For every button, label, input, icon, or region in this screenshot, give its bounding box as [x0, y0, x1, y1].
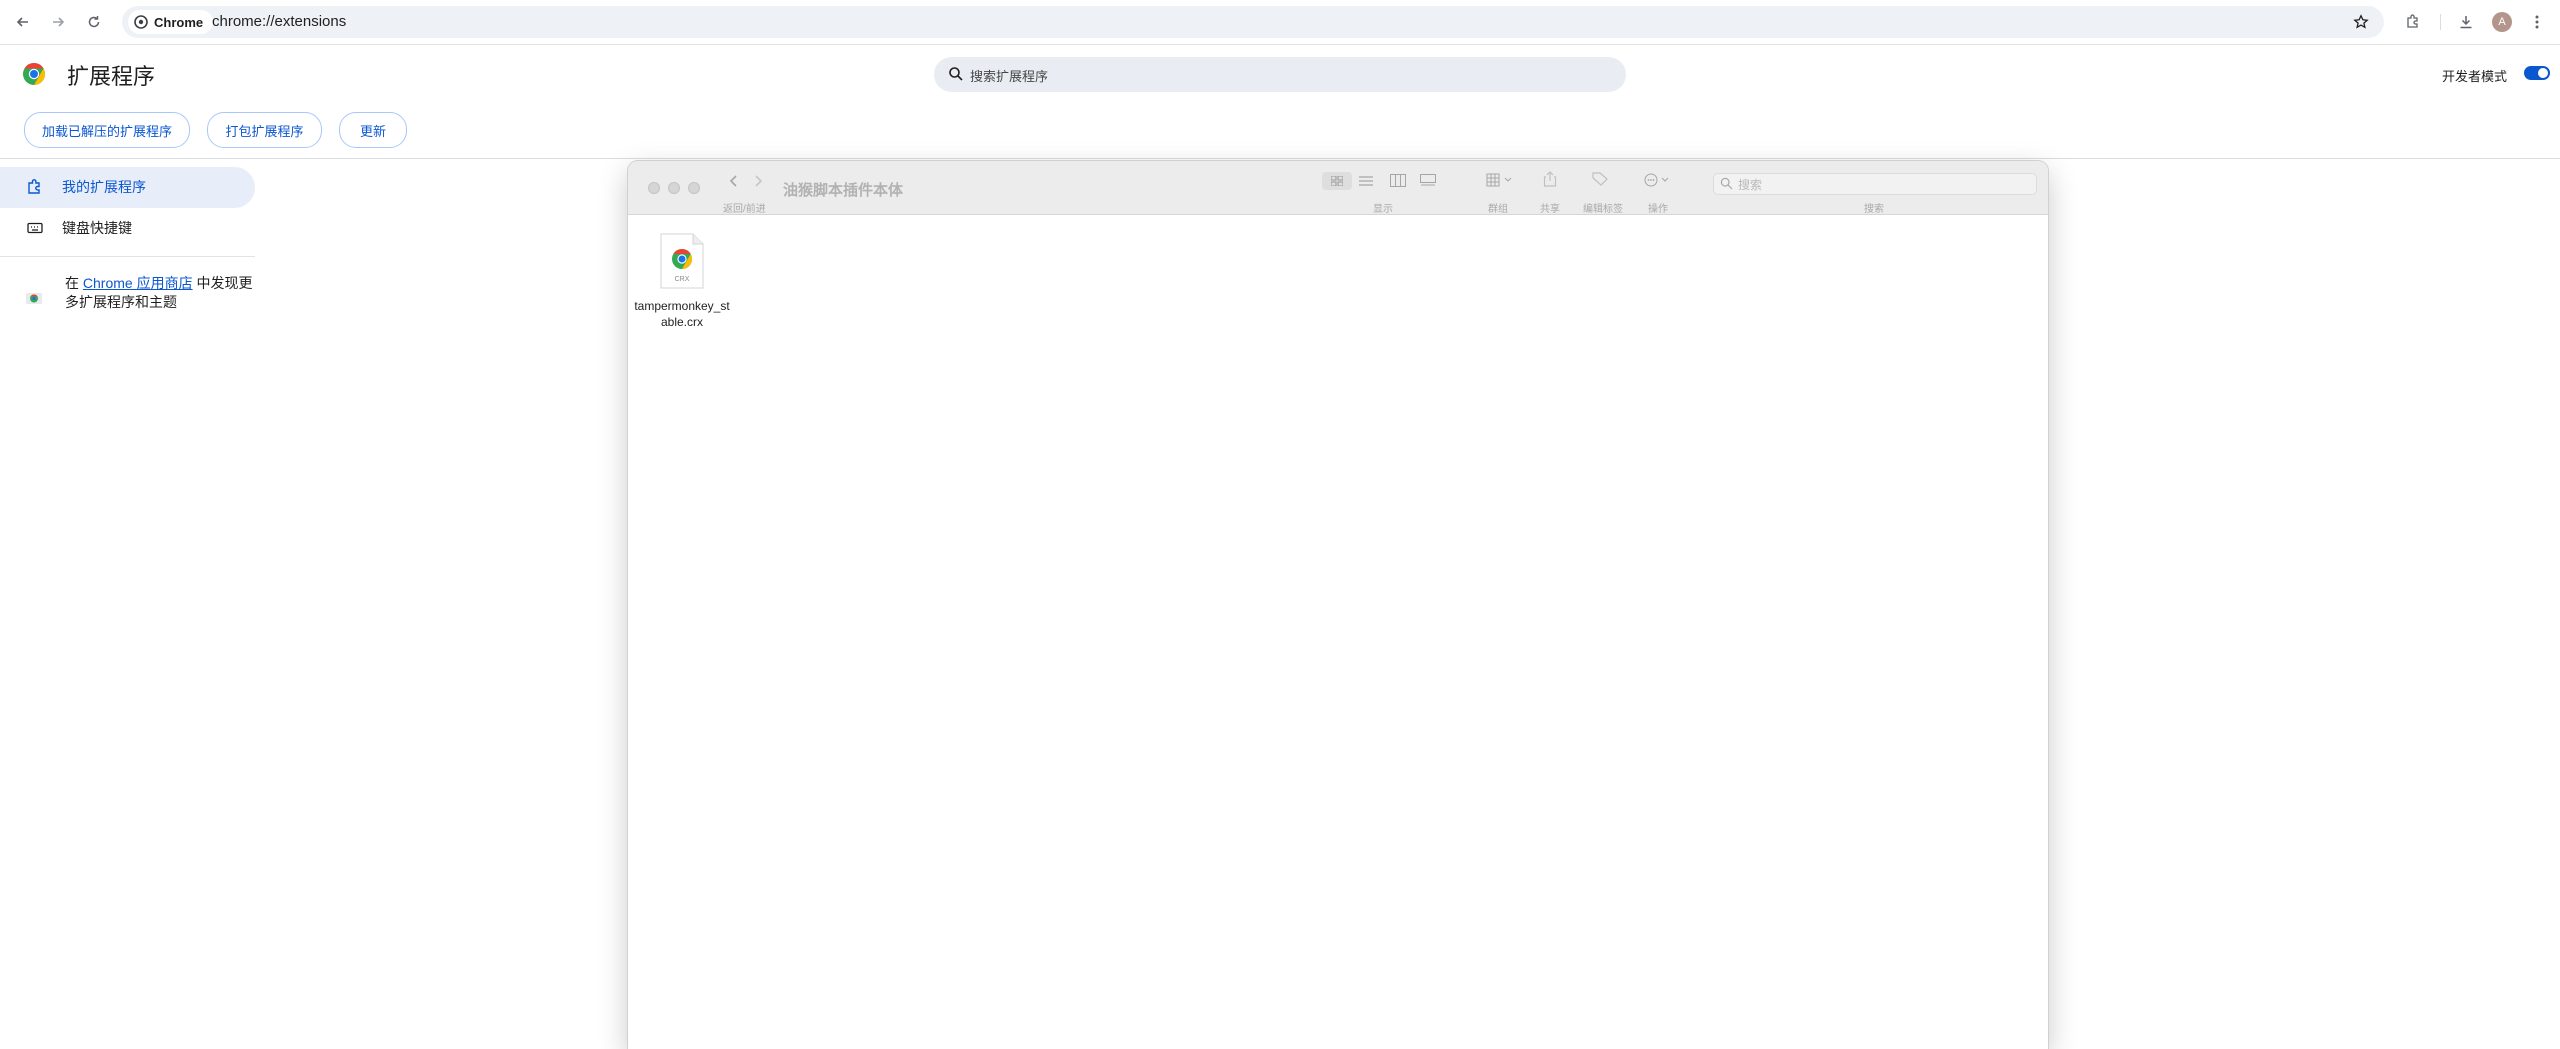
- back-arrow-icon[interactable]: [12, 11, 34, 33]
- finder-search-field[interactable]: 搜索: [1713, 173, 2037, 195]
- sidebar-item-label: 我的扩展程序: [62, 179, 146, 195]
- finder-window[interactable]: 油猴脚本插件本体 返回/前进 显示 群组 共享 编辑标签 操作 搜索 搜索 CR…: [628, 161, 2048, 1049]
- header-divider: [0, 158, 2560, 159]
- file-name: tampermonkey_stable.crx: [634, 299, 730, 329]
- profile-avatar[interactable]: A: [2492, 12, 2512, 32]
- finder-forward-icon[interactable]: [753, 174, 763, 188]
- puzzle-icon: [28, 179, 40, 194]
- finder-back-icon[interactable]: [729, 174, 739, 188]
- icon-view-button[interactable]: [1322, 172, 1352, 190]
- share-icon[interactable]: [1543, 171, 1557, 187]
- pack-extension-button[interactable]: 打包扩展程序: [207, 112, 322, 148]
- sidebar-item-label: 键盘快捷键: [62, 220, 132, 236]
- crx-badge: CRX: [675, 276, 690, 283]
- web-store-promo: 在 Chrome 应用商店 中发现更多扩展程序和主题: [65, 274, 255, 312]
- search-icon: [1720, 177, 1733, 190]
- site-chip[interactable]: Chrome: [128, 10, 214, 34]
- sidebar-item-my-extensions[interactable]: 我的扩展程序: [26, 176, 146, 198]
- grid-view-icon: [1331, 176, 1343, 186]
- toolbar-divider: [2440, 14, 2441, 30]
- action-ellipsis-icon[interactable]: [1644, 173, 1672, 187]
- chrome-web-store-icon: [26, 293, 42, 304]
- search-input[interactable]: 搜索扩展程序: [970, 66, 1048, 85]
- edit-tags-label: 编辑标签: [1583, 204, 1623, 215]
- forward-arrow-icon[interactable]: [47, 11, 69, 33]
- toggle-knob: [2538, 68, 2548, 78]
- chrome-web-store-link[interactable]: Chrome 应用商店: [83, 275, 193, 291]
- close-window-button[interactable]: [648, 182, 660, 194]
- list-view-icon[interactable]: [1359, 175, 1373, 187]
- extensions-puzzle-icon[interactable]: [2402, 11, 2424, 33]
- crx-file-icon: CRX: [660, 233, 704, 289]
- download-icon[interactable]: [2455, 11, 2477, 33]
- chrome-logo-icon: [134, 15, 148, 29]
- action-label: 操作: [1648, 204, 1668, 215]
- chrome-logo-icon: [23, 63, 46, 85]
- dev-mode-label: 开发者模式: [2442, 69, 2508, 84]
- extensions-search[interactable]: 搜索扩展程序: [934, 57, 1626, 92]
- file-item[interactable]: CRX tampermonkey_stable.crx: [634, 233, 730, 330]
- page-title: 扩展程序: [67, 64, 156, 89]
- search-icon: [949, 67, 963, 81]
- zoom-window-button[interactable]: [688, 182, 700, 194]
- minimize-window-button[interactable]: [668, 182, 680, 194]
- reload-icon[interactable]: [83, 11, 105, 33]
- bookmark-star-icon[interactable]: [2350, 11, 2372, 33]
- finder-toolbar: 油猴脚本插件本体 返回/前进 显示 群组 共享 编辑标签 操作 搜索 搜索: [628, 161, 2048, 215]
- store-prefix: 在: [65, 275, 79, 291]
- load-unpacked-button[interactable]: 加载已解压的扩展程序: [24, 112, 190, 148]
- sidebar-item-keyboard-shortcuts[interactable]: 键盘快捷键: [26, 217, 132, 239]
- back-forward-label: 返回/前进: [723, 204, 766, 215]
- group-label: 群组: [1488, 204, 1508, 215]
- share-label: 共享: [1540, 204, 1560, 215]
- sidebar-divider: [0, 256, 255, 257]
- view-label: 显示: [1373, 204, 1393, 215]
- tag-icon[interactable]: [1592, 172, 1608, 186]
- site-chip-label: Chrome: [154, 14, 204, 30]
- search-label: 搜索: [1864, 204, 1884, 215]
- dev-mode-toggle[interactable]: [2524, 66, 2550, 80]
- finder-search-placeholder: 搜索: [1738, 178, 1763, 192]
- address-bar[interactable]: Chrome chrome://extensions: [122, 6, 2384, 38]
- update-button[interactable]: 更新: [339, 112, 407, 148]
- gallery-view-icon[interactable]: [1420, 174, 1436, 187]
- finder-title: 油猴脚本插件本体: [783, 182, 904, 199]
- keyboard-icon: [27, 222, 43, 234]
- group-icon[interactable]: [1486, 173, 1516, 187]
- menu-kebab-icon[interactable]: [2526, 11, 2548, 33]
- url-text[interactable]: chrome://extensions: [212, 13, 346, 30]
- browser-toolbar: Chrome chrome://extensions A: [0, 0, 2560, 45]
- column-view-icon[interactable]: [1390, 174, 1406, 187]
